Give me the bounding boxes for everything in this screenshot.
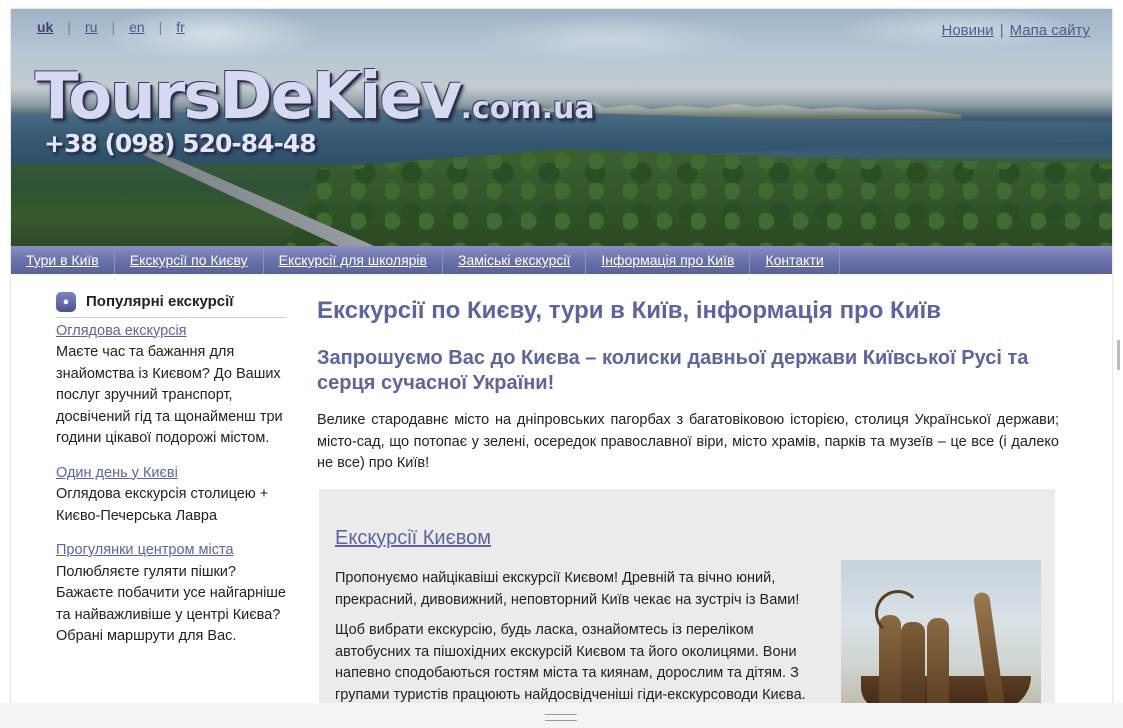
sidebar: ● Популярні екскурсії Оглядова екскурсія… [56,291,286,661]
nav-tours-kyiv[interactable]: Тури в Київ [11,246,115,274]
toplinks-separator: | [999,22,1004,39]
scrollbar-thumb[interactable] [1117,340,1120,370]
nav-excursions-kyiv[interactable]: Екскурсії по Києву [115,246,264,274]
lang-en[interactable]: en [129,19,145,35]
main-content: Екскурсії по Києву, тури в Київ, інформа… [317,296,1059,475]
lang-fr[interactable]: fr [176,19,185,35]
lang-separator: | [67,19,71,35]
box-heading: Екскурсії Києвом [335,527,491,550]
lang-ru[interactable]: ru [85,19,97,35]
sidebar-link-overview[interactable]: Оглядова екскурсія [56,323,187,339]
page-title: Екскурсії по Києву, тури в Київ, інформа… [317,297,941,324]
sidebar-item-text: Полюбляєте гуляти пішки? Бажаєте побачит… [56,563,286,645]
page-subtitle: Запрошуємо Вас до Києва – колиски давньо… [317,347,1029,394]
news-link[interactable]: Новини [942,22,994,39]
logo-name: ToursDeKiev [35,60,463,134]
excursions-box: Екскурсії Києвом Пропонуємо найцікавіші … [319,489,1055,728]
sidebar-item: Оглядова екскурсія Маєте час та бажання … [56,321,286,450]
header-banner: uk | ru | en | fr Новини | Мапа сайту ToursDeKie… [11,9,1112,246]
main-nav: Тури в Київ Екскурсії по Києву Екскурсії… [11,246,1112,274]
lang-separator: | [111,19,116,35]
sidebar-header: ● Популярні екскурсії [56,291,286,318]
nav-info-kyiv[interactable]: Інформація про Київ [586,246,751,274]
sidebar-link-walks[interactable]: Прогулянки центром міста [56,542,234,558]
site-logo[interactable]: ToursDeKiev.com.ua [35,65,595,129]
sidebar-item: Один день у Києві Оглядова екскурсія сто… [56,463,286,528]
page: uk | ru | en | fr Новини | Мапа сайту ToursDeKie… [11,9,1112,728]
statue-figure [927,618,949,710]
phone-number: +38 (098) 520-84-48 [44,129,317,158]
sitemap-link[interactable]: Мапа сайту [1010,22,1090,39]
nav-school-excursions[interactable]: Екскурсії для школярів [264,246,443,274]
intro-paragraph: Велике стародавнє місто на дніпровських … [317,412,1059,471]
lang-separator: | [158,19,163,35]
logo-tld: .com.ua [460,91,595,126]
bus-icon: ● [56,291,76,312]
sidebar-title: Популярні екскурсії [86,293,234,310]
language-switcher: uk | ru | en | fr [37,19,199,35]
lang-uk[interactable]: uk [37,19,53,35]
resize-grip-icon[interactable] [545,714,577,721]
nav-contacts[interactable]: Контакти [750,246,840,274]
top-links: Новини | Мапа сайту [942,22,1091,39]
box-paragraph: Пропонуємо найцікавіші екскурсії Києвом!… [335,570,800,608]
box-paragraph: Щоб вибрати екскурсію, будь ласка, ознай… [335,622,806,703]
box-text: Пропонуємо найцікавіші екскурсії Києвом!… [335,568,827,715]
statue-figure [901,622,925,710]
monument-photo [841,560,1041,710]
bow-sculpture [875,590,921,636]
sidebar-item-text: Оглядова екскурсія столицею + Києво-Пече… [56,486,269,524]
nav-out-of-town[interactable]: Заміські екскурсії [443,246,587,274]
sidebar-item: Прогулянки центром міста Полюбляєте гуля… [56,540,286,648]
box-title-link[interactable]: Екскурсії Києвом [335,527,491,549]
sidebar-item-text: Маєте час та бажання для знайомства із К… [56,344,283,446]
sidebar-link-one-day[interactable]: Один день у Києві [56,465,178,481]
